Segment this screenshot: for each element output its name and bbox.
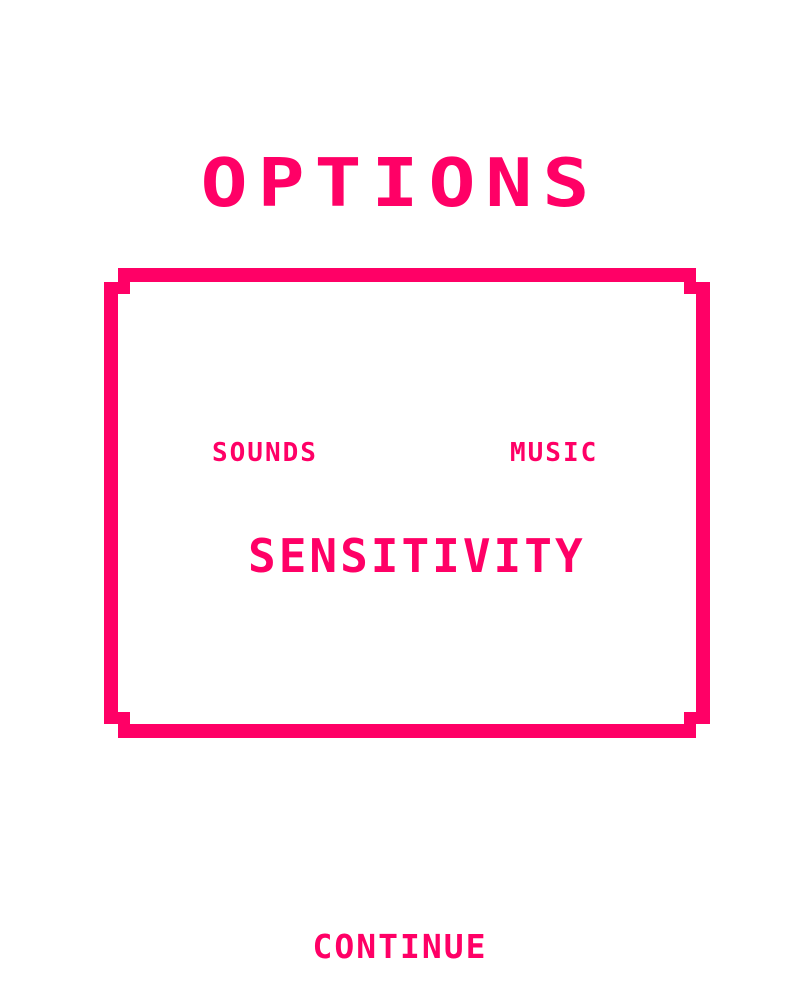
- options-title: OPTIONS: [200, 144, 600, 223]
- panel-corner-bottom-right: [684, 712, 696, 724]
- continue-button[interactable]: CONTINUE: [0, 930, 800, 963]
- panel-corner-top-right: [684, 282, 696, 294]
- sounds-option[interactable]: SOUNDS: [212, 440, 318, 466]
- panel-border-top: [118, 268, 696, 282]
- options-panel: [104, 268, 710, 738]
- panel-corner-bottom-left: [118, 712, 130, 724]
- panel-border-right: [696, 282, 710, 724]
- panel-corner-top-left: [118, 282, 130, 294]
- panel-border-bottom: [118, 724, 696, 738]
- sensitivity-option[interactable]: SENSITIVITY: [248, 533, 586, 579]
- music-option[interactable]: MUSIC: [510, 440, 598, 466]
- panel-border-left: [104, 282, 118, 724]
